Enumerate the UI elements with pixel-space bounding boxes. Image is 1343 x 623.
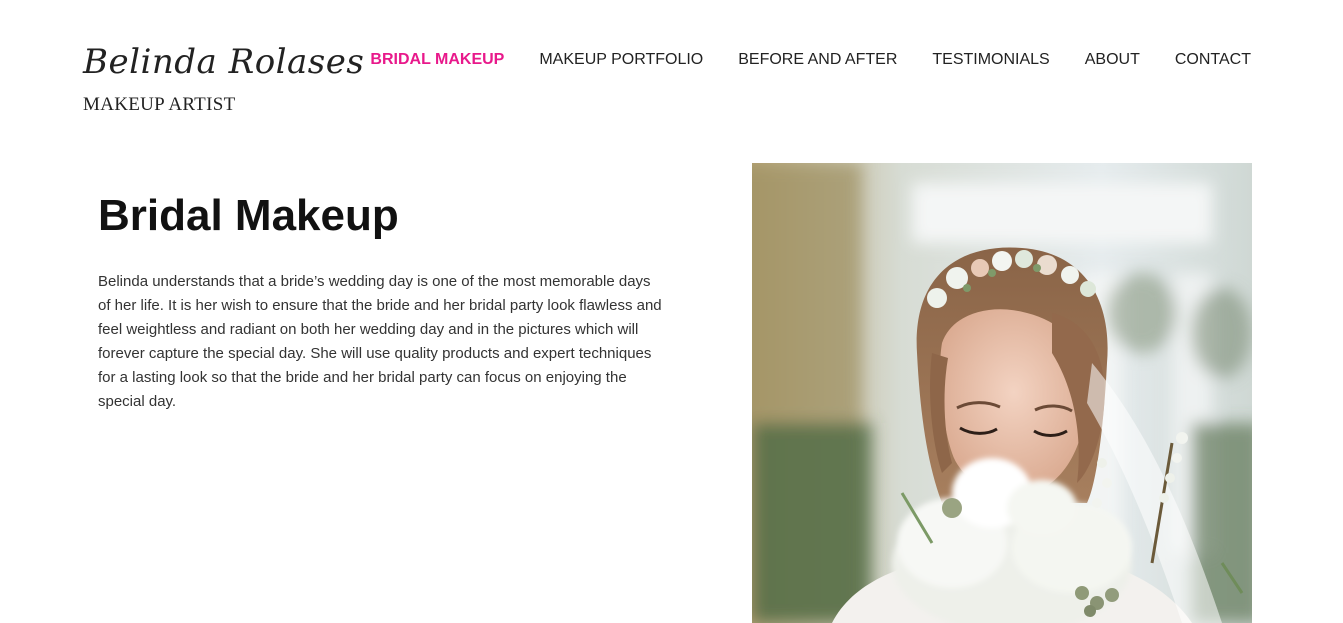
bride-photo [752, 163, 1252, 623]
logo-subtitle: MAKEUP ARTIST [83, 94, 236, 115]
nav-item-contact[interactable]: CONTACT [1175, 50, 1251, 70]
bride-photo-illustration [752, 163, 1252, 623]
logo-name[interactable]: Belinda Rolases [83, 42, 364, 82]
nav-item-testimonials[interactable]: TESTIMONIALS [932, 50, 1049, 70]
page-title: Bridal Makeup [98, 191, 399, 240]
main-nav: BRIDAL MAKEUP MAKEUP PORTFOLIO BEFORE AN… [335, 50, 1251, 70]
main-content: Bridal Makeup Belinda understands that a… [98, 190, 668, 414]
nav-item-before-and-after[interactable]: BEFORE AND AFTER [738, 50, 897, 70]
page-body-text: Belinda understands that a bride’s weddi… [98, 273, 662, 410]
nav-item-bridal-makeup[interactable]: BRIDAL MAKEUP [370, 50, 504, 70]
nav-item-makeup-portfolio[interactable]: MAKEUP PORTFOLIO [539, 50, 703, 70]
nav-item-about[interactable]: ABOUT [1085, 50, 1140, 70]
site-header: Belinda Rolases MAKEUP ARTIST BRIDAL MAK… [0, 0, 1343, 140]
